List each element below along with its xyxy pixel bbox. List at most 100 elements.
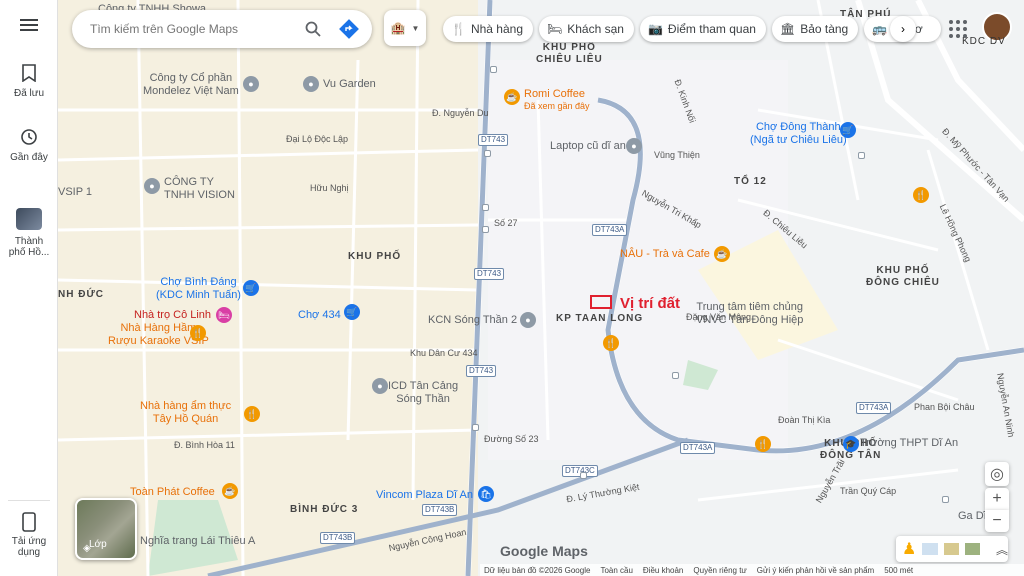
expand-up-icon[interactable]: ︽ [996, 541, 1008, 558]
map-type-thumb[interactable] [922, 543, 938, 555]
poi-toan-phat[interactable]: Toàn Phát Coffee [130, 486, 215, 499]
rail-divider [8, 500, 50, 501]
hotel-pin-icon[interactable]: 🛏 [216, 307, 232, 323]
poi-tay-ho[interactable]: Nhà hàng ẩm thực Tây Hồ Quán [140, 400, 231, 425]
cafe-pin-icon[interactable]: ☕ [222, 483, 238, 499]
mall-pin-icon[interactable]: 🛍 [478, 486, 494, 502]
map-type-thumb[interactable] [964, 543, 980, 555]
school-pin-icon[interactable]: 🎓 [843, 436, 859, 452]
poi-thpt[interactable]: Trường THPT Dĩ An [860, 437, 958, 450]
chip-hotels[interactable]: 🛏 Khách sạn [539, 16, 634, 42]
poi-cho-binh-dang[interactable]: Chợ Bình Đáng (KDC Minh Tuấn) [156, 276, 241, 301]
food-pin-icon[interactable]: 🍴 [913, 187, 929, 203]
directions-icon[interactable] [337, 17, 361, 41]
place-pin-icon[interactable]: ● [144, 178, 160, 194]
route-badge: DT743 [466, 365, 497, 377]
recent-button[interactable]: Gần đây [0, 128, 58, 163]
chip-attractions[interactable]: 📷 Điểm tham quan [639, 16, 766, 42]
poi-cho-dong-thanh[interactable]: Chợ Đông Thành (Ngã tư Chiêu Liêu) [750, 121, 847, 146]
poi-vision[interactable]: CÔNG TY TNHH VISION [164, 176, 235, 201]
place-type-dropdown[interactable]: 🏨 ▼ [384, 10, 426, 46]
poi-nghia-trang[interactable]: Nghĩa trang Lái Thiêu A [140, 535, 255, 548]
bookmark-icon [22, 64, 36, 82]
bed-icon: 🛏 [547, 22, 563, 36]
get-app-button[interactable]: Tải ứng dụng [0, 512, 58, 558]
terms-link[interactable]: Điều khoản [643, 566, 683, 575]
shop-pin-icon[interactable]: 🛒 [840, 122, 856, 138]
food-pin-icon[interactable]: 🍴 [755, 436, 771, 452]
plus-icon: + [992, 490, 1002, 507]
poi-vsip1[interactable]: VSIP 1 [58, 186, 92, 199]
saved-label: Đã lưu [13, 88, 45, 99]
transit-stop-icon[interactable] [472, 424, 479, 431]
menu-button[interactable] [0, 18, 58, 32]
transit-stop-icon[interactable] [482, 226, 489, 233]
place-pin-icon[interactable]: ● [626, 138, 642, 154]
transit-stop-icon[interactable] [490, 66, 497, 73]
area-khu-pho: KHU PHỐ [348, 251, 402, 262]
road-label: Số 27 [494, 218, 518, 228]
poi-romi-sub: Đã xem gần đây [524, 101, 590, 111]
chips-next-button[interactable]: › [890, 16, 916, 42]
target-marker[interactable] [590, 295, 612, 309]
place-pin-icon[interactable]: ● [243, 76, 259, 92]
global-link[interactable]: Toàn cầu [600, 566, 632, 575]
route-badge: DT743 [474, 268, 505, 280]
search-input[interactable] [90, 22, 295, 36]
chip-museums[interactable]: 🏛 Bảo tàng [771, 16, 859, 42]
pegman-icon: ♟ [902, 541, 917, 558]
road-label: Đoàn Thị Kìa [778, 415, 831, 425]
food-pin-icon[interactable]: 🍴 [190, 325, 206, 341]
place-pin-icon[interactable]: ● [303, 76, 319, 92]
search-icon[interactable] [301, 17, 325, 41]
transit-stop-icon[interactable] [672, 372, 679, 379]
zoom-in-button[interactable]: + [985, 488, 1009, 510]
street-view-and-layers-bar[interactable]: ♟ ︽ [896, 536, 1008, 562]
saved-button[interactable]: Đã lưu [0, 64, 58, 99]
layers-button[interactable]: ◈ Lớp [75, 498, 137, 560]
food-pin-icon[interactable]: 🍴 [244, 406, 260, 422]
transit-stop-icon[interactable] [482, 204, 489, 211]
area-khu-pho-chieu-lieu: KHU PHỐ CHIÊU LIÊU [536, 42, 603, 65]
road-label: Đ. Nguyễn Du [432, 108, 489, 118]
poi-nau[interactable]: NÂU - Trà và Cafe [620, 248, 710, 261]
transit-stop-icon[interactable] [942, 496, 949, 503]
poi-laptop[interactable]: Laptop cũ dĩ an [550, 140, 626, 153]
shop-pin-icon[interactable]: 🛒 [243, 280, 259, 296]
recent-place-hcm[interactable]: Thành phố Hồ... [0, 208, 58, 258]
poi-nha-tro[interactable]: Nhà trọ Cô Linh [134, 309, 211, 322]
transit-stop-icon[interactable] [484, 150, 491, 157]
feedback-link[interactable]: Gửi ý kiến phản hồi về sản phẩm [757, 566, 874, 575]
poi-vincom[interactable]: Vincom Plaza Dĩ An [376, 489, 473, 502]
chip-restaurants[interactable]: 🍴 Nhà hàng [443, 16, 533, 42]
zoom-out-button[interactable]: − [985, 510, 1009, 532]
scale-label[interactable]: 500 mét [884, 566, 913, 575]
cafe-pin-icon[interactable]: ☕ [714, 246, 730, 262]
privacy-link[interactable]: Quyền riêng tư [693, 566, 746, 575]
place-pin-icon[interactable]: ● [372, 378, 388, 394]
poi-icd[interactable]: ICD Tân Cảng Sóng Thần [388, 380, 458, 405]
poi-romi-coffee[interactable]: Romi Coffee [524, 88, 585, 101]
poi-mondelez[interactable]: Công ty Cổ phần Mondelez Việt Nam [143, 72, 239, 97]
place-pin-icon[interactable]: ● [520, 312, 536, 328]
museum-icon: 🏛 [779, 22, 796, 36]
poi-kcn-song-than[interactable]: KCN Sóng Thần 2 [428, 314, 517, 327]
left-rail: Đã lưu Gần đây Thành phố Hồ... Tải ứng dụn… [0, 0, 58, 576]
food-pin-icon[interactable]: 🍴 [603, 335, 619, 351]
shop-pin-icon[interactable]: 🛒 [344, 304, 360, 320]
map-type-thumb[interactable] [943, 543, 959, 555]
map-data-credit: Dữ liệu bản đồ ©2026 Google [484, 565, 591, 575]
transit-stop-icon[interactable] [580, 472, 587, 479]
recent-label: Gần đây [10, 152, 48, 163]
search-box[interactable] [72, 10, 372, 48]
poi-ga-di[interactable]: Ga Dĩ [958, 510, 987, 523]
map-canvas[interactable]: KHU PHỐ CHIÊU LIÊU TÂN PHÚ TỔ 12 KHU PHỐ Đ… [58, 0, 1024, 576]
route-badge: DT743 [478, 134, 509, 146]
poi-vu-garden[interactable]: Vu Garden [323, 78, 376, 91]
transit-stop-icon[interactable] [858, 152, 865, 159]
poi-cho-434[interactable]: Chợ 434 [298, 309, 341, 322]
cafe-pin-icon[interactable]: ☕ [504, 89, 520, 105]
my-location-button[interactable]: ◎ [985, 462, 1009, 486]
minus-icon: − [992, 512, 1002, 529]
phone-icon [22, 512, 36, 532]
